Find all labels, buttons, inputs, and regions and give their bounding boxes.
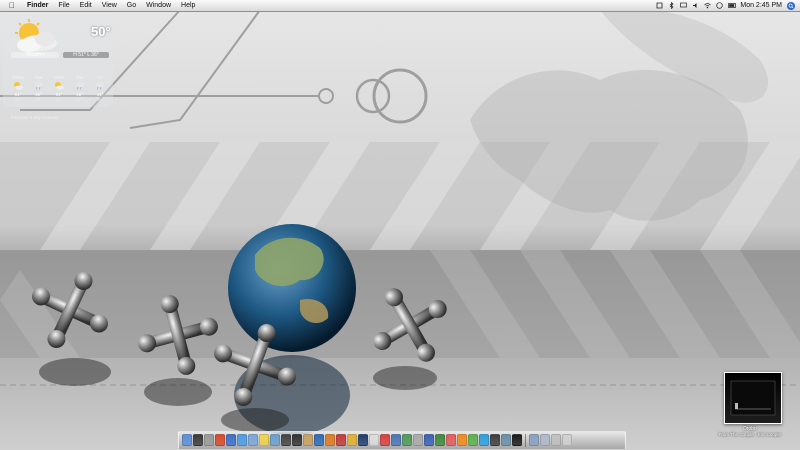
dock-itunes-icon[interactable]: [226, 434, 236, 446]
dock-network-utility-icon[interactable]: [501, 434, 511, 446]
forecast-day-name: Tue: [34, 75, 43, 80]
rain-icon: [30, 81, 48, 91]
dock-excel-icon[interactable]: [435, 434, 445, 446]
dock-adium-icon[interactable]: [468, 434, 478, 446]
dock-skype-icon[interactable]: [479, 434, 489, 446]
drive-preview-icon: [730, 380, 776, 416]
bluetooth-icon[interactable]: [668, 1, 675, 10]
dock-calendar-icon[interactable]: [446, 434, 456, 446]
battery-icon[interactable]: [728, 2, 737, 9]
dock-downloads-stack-icon[interactable]: [551, 434, 561, 446]
forecast-day-name: Fri: [97, 75, 103, 80]
dock-garageband-icon[interactable]: [347, 434, 357, 446]
dock-font-book-icon[interactable]: [413, 434, 423, 446]
script-icon[interactable]: [656, 2, 663, 9]
volume-icon[interactable]: [692, 2, 699, 9]
forecast-days: Today 51° 37° Tue 48° 39° Wed 51° 38° Th…: [9, 75, 109, 102]
dock-widget-icon[interactable]: [490, 434, 500, 446]
dock-word-icon[interactable]: [424, 434, 434, 446]
dock-grapher-icon[interactable]: [402, 434, 412, 446]
forecast-low: 37°: [14, 97, 22, 102]
current-temperature: 50°: [91, 24, 111, 39]
wifi-icon[interactable]: [704, 2, 712, 9]
display-icon[interactable]: [680, 2, 688, 9]
dock-quicktime-icon[interactable]: [314, 434, 324, 446]
dock-documents-stack-icon[interactable]: [540, 434, 550, 446]
forecast-day-name: Wed: [54, 75, 64, 80]
forecast-day-name: Today: [11, 75, 24, 80]
dock-ical-icon[interactable]: [380, 434, 390, 446]
menu-bar-menus: Finder File Edit View Go Window Help: [22, 0, 200, 11]
weather-city: Weather: [11, 52, 59, 58]
dock-dvd-player-icon[interactable]: [292, 434, 302, 446]
forecast-low: 37°: [76, 97, 83, 102]
menu-window[interactable]: Window: [141, 0, 176, 11]
apple-logo-icon[interactable]: : [9, 0, 15, 11]
rain-icon: [71, 81, 89, 91]
time-machine-icon[interactable]: [716, 2, 724, 9]
dock-dashboard-icon[interactable]: [193, 434, 203, 446]
status-menus: Mon 2:45 PM: [656, 0, 795, 11]
dock-stickies-icon[interactable]: [259, 434, 269, 446]
forecast-low: 38°: [55, 97, 63, 102]
dock-keynote-icon[interactable]: [391, 434, 401, 446]
drive-subtitle: From The Couple - Eric Cooper: [718, 432, 782, 437]
forecast-day-name: Thu: [75, 75, 84, 80]
dock-trash-icon[interactable]: [562, 434, 572, 446]
weather-range: H 51° L 36°: [63, 52, 109, 58]
rain-icon: [91, 81, 109, 91]
dock-items: [182, 434, 572, 447]
dock-preview-icon[interactable]: [270, 434, 280, 446]
forecast-day: Fri 41° 35°: [91, 75, 109, 102]
menu-go[interactable]: Go: [122, 0, 141, 11]
dock-photoshop-icon[interactable]: [358, 434, 368, 446]
menu-file[interactable]: File: [53, 0, 74, 11]
forecast-low: 39°: [35, 97, 42, 102]
forecast-day: Wed 51° 38°: [50, 75, 68, 102]
dock-firefox-icon[interactable]: [325, 434, 335, 446]
weather-footer: Forecast 5-day forecast: [11, 115, 59, 120]
drive-icon[interactable]: [724, 372, 782, 424]
dock-address-book-icon[interactable]: [303, 434, 313, 446]
dock-finder-icon[interactable]: [182, 434, 192, 446]
forecast-low: 35°: [96, 97, 104, 102]
menu-clock[interactable]: Mon 2:45 PM: [740, 0, 782, 11]
menu-help[interactable]: Help: [176, 0, 200, 11]
menu-edit[interactable]: Edit: [75, 0, 97, 11]
sun-cloud-icon: [15, 19, 57, 52]
dock-system-preferences-icon[interactable]: [204, 434, 214, 446]
sun-cloud-icon: [9, 81, 27, 91]
menu-bar:  Finder File Edit View Go Window Help M…: [0, 0, 800, 12]
dock-textedit-icon[interactable]: [369, 434, 379, 446]
dock-separator: [525, 434, 526, 447]
dock-safari-icon[interactable]: [237, 434, 247, 446]
dock-mail-icon[interactable]: [248, 434, 258, 446]
dock: [178, 431, 626, 449]
menu-view[interactable]: View: [97, 0, 122, 11]
forecast-day: Thu 46° 37°: [71, 75, 89, 102]
dock-terminal-icon[interactable]: [512, 434, 522, 446]
dock-vlc-icon[interactable]: [457, 434, 467, 446]
dock-photo-booth-icon[interactable]: [215, 434, 225, 446]
weather-widget[interactable]: 50° Weather H 51° L 36° Today 51° 37° Tu…: [3, 15, 113, 120]
dock-chess-icon[interactable]: [281, 434, 291, 446]
dock-applications-stack-icon[interactable]: [529, 434, 539, 446]
spotlight-icon[interactable]: [787, 2, 795, 10]
desktop-wallpaper: [0, 0, 800, 450]
dock-itunes-store-icon[interactable]: [336, 434, 346, 446]
forecast-day: Today 51° 37°: [9, 75, 27, 102]
sun-cloud-icon: [50, 81, 68, 91]
forecast-day: Tue 48° 39°: [30, 75, 48, 102]
menu-finder[interactable]: Finder: [22, 0, 53, 11]
